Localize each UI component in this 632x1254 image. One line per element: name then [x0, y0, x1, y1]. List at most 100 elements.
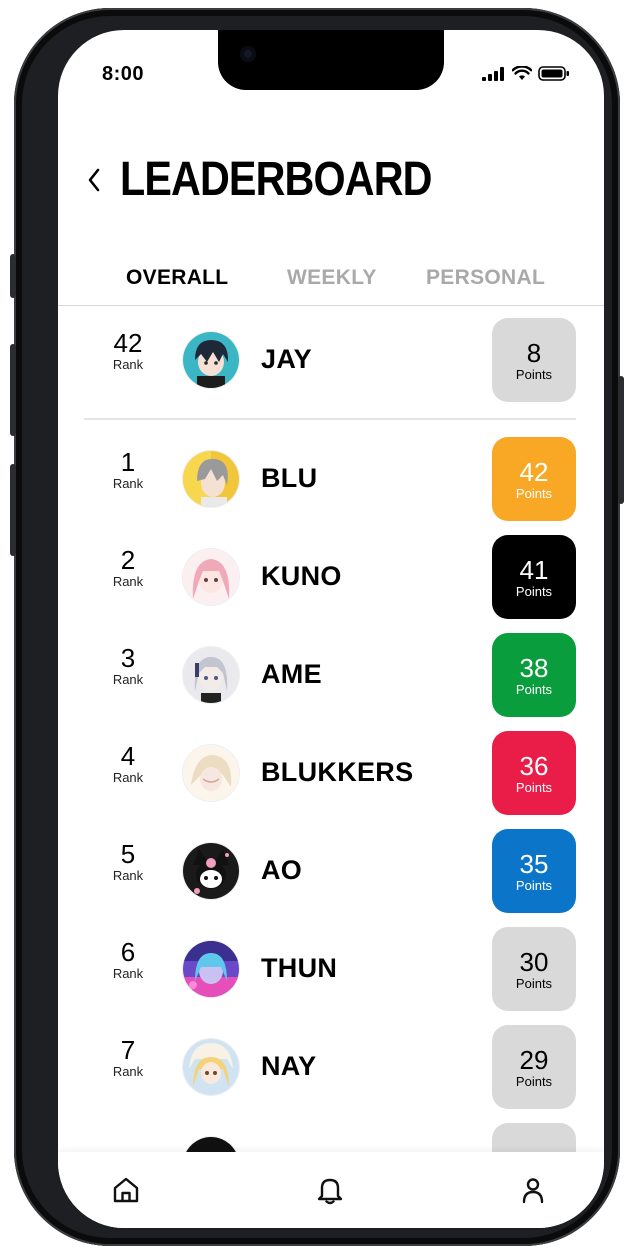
current-user-row[interactable]: 42 Rank JAY 8 Points: [58, 318, 604, 402]
rank: 4 Rank: [100, 741, 156, 785]
tabs-divider: [58, 305, 604, 306]
user-name: JAY: [261, 344, 312, 374]
user-name: THUN: [261, 953, 338, 983]
page-title: LEADERBOARD: [120, 153, 432, 206]
status-time: 8:00: [102, 63, 145, 85]
tab-bar: OVERALL WEEKLY PERSONAL: [58, 266, 604, 306]
avatar: [183, 332, 239, 388]
avatar: [183, 549, 239, 605]
user-name: KUNO: [261, 561, 342, 591]
phone-frame: 8:00 LEADERBOARD OVERALL WEEKLY PERSONAL…: [10, 8, 624, 1246]
leaderboard-row[interactable]: 7 Rank NAY 29 Points: [58, 1025, 604, 1109]
tab-overall[interactable]: OVERALL: [126, 266, 228, 290]
points-label: Points: [515, 976, 553, 991]
user-name: NAY: [261, 1051, 317, 1081]
power-button: [618, 376, 624, 504]
volume-up-button: [10, 344, 16, 436]
bell-icon: [317, 1178, 343, 1205]
rank-label: Rank: [112, 357, 144, 372]
user-name: BLU: [261, 463, 318, 493]
rank-label: Rank: [112, 868, 144, 883]
points-label: Points: [515, 486, 553, 501]
points-badge: 36 Points: [492, 731, 576, 815]
avatar: [183, 1039, 239, 1095]
avatar: [183, 451, 239, 507]
user-name: AME: [261, 659, 322, 689]
rank-label: Rank: [112, 770, 144, 785]
points-badge: 42 Points: [492, 437, 576, 521]
leaderboard-row[interactable]: 1 Rank BLU 42 Points: [58, 437, 604, 521]
rank: 1 Rank: [100, 447, 156, 491]
rank-number: 2: [120, 545, 136, 575]
user-name: AO: [261, 855, 303, 885]
points-badge: 38 Points: [492, 633, 576, 717]
front-camera: [240, 46, 256, 62]
points-value: 30: [519, 947, 549, 977]
status-icons: [482, 66, 570, 81]
volume-down-button: [10, 464, 16, 556]
rank-number: 42: [113, 328, 143, 358]
leaderboard-row[interactable]: 5 Rank AO 35 Points: [58, 829, 604, 913]
points-value: 41: [519, 555, 549, 585]
points-label: Points: [515, 367, 553, 382]
leaderboard-row[interactable]: 6 Rank THUN 30 Points: [58, 927, 604, 1011]
points-badge: 29 Points: [492, 1025, 576, 1109]
battery-icon: [538, 66, 569, 81]
nav-home-button[interactable]: [110, 1174, 142, 1206]
rank-number: 1: [120, 447, 136, 477]
points-badge: 35 Points: [492, 829, 576, 913]
leaderboard-row[interactable]: 3 Rank AME 38 Points: [58, 633, 604, 717]
rank-number: 4: [120, 741, 136, 771]
rank-label: Rank: [112, 1064, 144, 1079]
home-icon: [113, 1177, 139, 1203]
user-name: BLUKKERS: [261, 757, 414, 787]
divider: [84, 418, 576, 420]
rank-number: 3: [120, 643, 136, 673]
avatar: [183, 941, 239, 997]
screen: 8:00 LEADERBOARD OVERALL WEEKLY PERSONAL…: [58, 30, 604, 1228]
leaderboard-row[interactable]: 2 Rank KUNO 41 Points: [58, 535, 604, 619]
rank: 3 Rank: [100, 643, 156, 687]
nav-profile-button[interactable]: [517, 1174, 549, 1206]
avatar: [183, 843, 239, 899]
back-button[interactable]: [82, 160, 106, 200]
points-badge: 30 Points: [492, 927, 576, 1011]
avatar: [183, 647, 239, 703]
points-badge: 41 Points: [492, 535, 576, 619]
bottom-nav: [58, 1152, 604, 1228]
rank: 2 Rank: [100, 545, 156, 589]
points-value: 8: [526, 338, 542, 368]
rank: 7 Rank: [100, 1035, 156, 1079]
avatar: [183, 745, 239, 801]
rank-label: Rank: [112, 476, 144, 491]
side-button: [10, 254, 16, 298]
points-label: Points: [515, 878, 553, 893]
rank: 42 Rank: [100, 328, 156, 372]
points-badge: 8 Points: [492, 318, 576, 402]
rank-number: 5: [120, 839, 136, 869]
tab-weekly[interactable]: WEEKLY: [287, 266, 377, 290]
points-value: 36: [519, 751, 549, 781]
signal-icon: [482, 66, 504, 81]
profile-icon: [522, 1178, 544, 1204]
wifi-icon: [512, 66, 532, 80]
points-label: Points: [515, 584, 553, 599]
points-label: Points: [515, 780, 553, 795]
points-value: 35: [519, 849, 549, 879]
points-value: 29: [519, 1045, 549, 1075]
leaderboard-row[interactable]: 4 Rank BLUKKERS 36 Points: [58, 731, 604, 815]
rank-label: Rank: [112, 966, 144, 981]
rank-number: 7: [120, 1035, 136, 1065]
chevron-left-icon: [88, 168, 100, 192]
rank-label: Rank: [112, 574, 144, 589]
rank: 5 Rank: [100, 839, 156, 883]
points-value: 38: [519, 653, 549, 683]
nav-notifications-button[interactable]: [314, 1174, 346, 1206]
notch: [218, 30, 444, 90]
tab-personal[interactable]: PERSONAL: [426, 266, 545, 290]
rank-label: Rank: [112, 672, 144, 687]
points-label: Points: [515, 682, 553, 697]
rank-number: 6: [120, 937, 136, 967]
rank: 6 Rank: [100, 937, 156, 981]
points-label: Points: [515, 1074, 553, 1089]
